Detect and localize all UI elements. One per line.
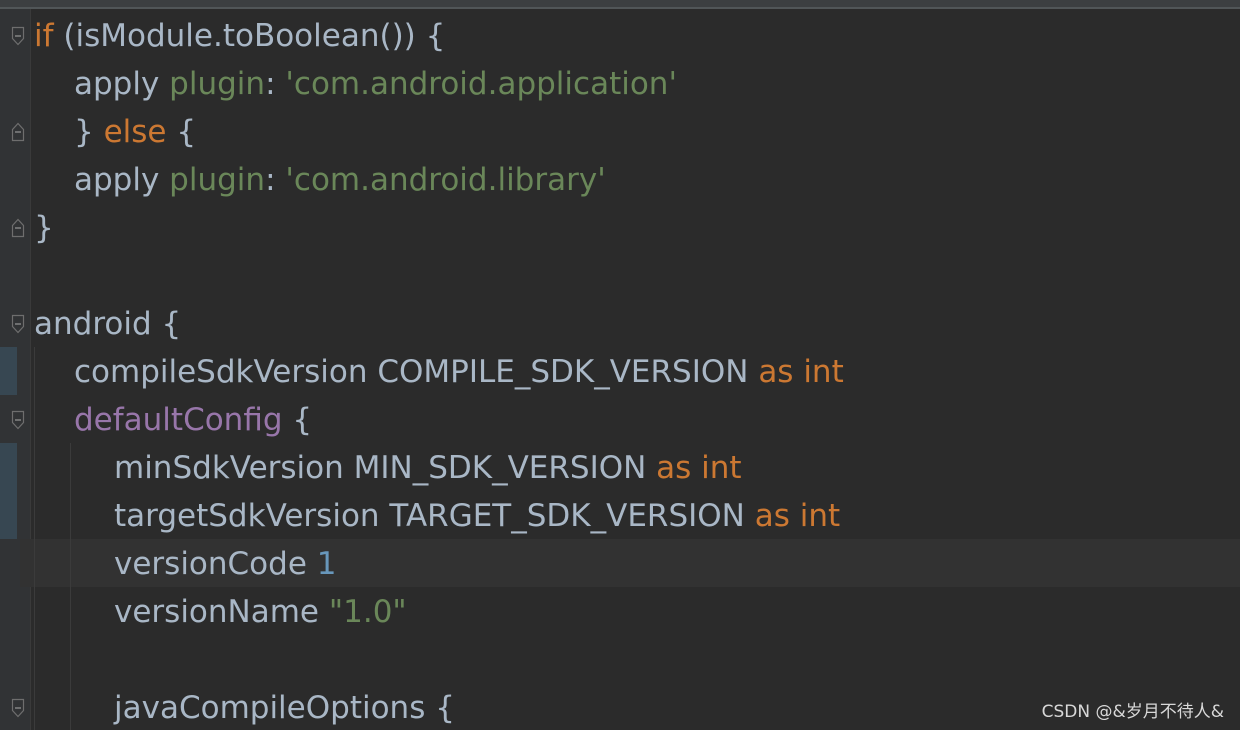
- code-line[interactable]: versionName "1.0": [114, 588, 407, 636]
- code-token: 'com.android.application': [285, 66, 677, 102]
- code-token: compileSdkVersion COMPILE_SDK_VERSION: [74, 354, 759, 390]
- indent-guide: [70, 443, 71, 730]
- fold-close-icon[interactable]: [9, 122, 27, 142]
- code-token: javaCompileOptions {: [114, 690, 455, 726]
- code-line[interactable]: }: [34, 204, 54, 252]
- editor-top-border: [0, 0, 1240, 9]
- code-line[interactable]: apply plugin: 'com.android.application': [74, 60, 677, 108]
- code-token: 'com.android.library': [285, 162, 606, 198]
- code-token: 1: [316, 546, 337, 582]
- code-token: apply: [74, 162, 170, 198]
- code-token: android {: [34, 306, 182, 342]
- code-token: minSdkVersion MIN_SDK_VERSION: [114, 450, 657, 486]
- code-token: as int: [656, 450, 742, 486]
- fold-open-icon[interactable]: [9, 410, 27, 430]
- code-line[interactable]: javaCompileOptions {: [114, 684, 455, 730]
- code-token: :: [265, 162, 286, 198]
- code-token: targetSdkVersion TARGET_SDK_VERSION: [114, 498, 755, 534]
- code-line[interactable]: targetSdkVersion TARGET_SDK_VERSION as i…: [114, 492, 840, 540]
- fold-open-icon[interactable]: [9, 698, 27, 718]
- code-token: {: [166, 114, 197, 150]
- watermark-text: CSDN @&岁月不待人&: [1041, 702, 1224, 722]
- code-line[interactable]: minSdkVersion MIN_SDK_VERSION as int: [114, 444, 742, 492]
- code-token: defaultConfig: [74, 402, 283, 438]
- code-line[interactable]: apply plugin: 'com.android.library': [74, 156, 606, 204]
- code-token: {: [282, 402, 313, 438]
- code-line[interactable]: if (isModule.toBoolean()) {: [34, 12, 445, 60]
- fold-open-icon[interactable]: [9, 314, 27, 334]
- indent-guide: [34, 347, 35, 730]
- code-line[interactable]: compileSdkVersion COMPILE_SDK_VERSION as…: [74, 348, 844, 396]
- code-token: versionCode: [114, 546, 317, 582]
- code-token: apply: [74, 66, 170, 102]
- code-token: if: [34, 18, 54, 54]
- code-editor[interactable]: if (isModule.toBoolean()) {apply plugin:…: [0, 0, 1240, 730]
- code-token: versionName: [114, 594, 329, 630]
- code-token: plugin: [169, 66, 266, 102]
- code-line[interactable]: } else {: [74, 108, 196, 156]
- code-token: as int: [758, 354, 844, 390]
- code-token: (isModule.toBoolean()) {: [53, 18, 446, 54]
- code-token: :: [265, 66, 286, 102]
- gutter-separator: [30, 9, 31, 730]
- code-token: }: [34, 210, 54, 246]
- code-token: }: [74, 114, 104, 150]
- code-line[interactable]: defaultConfig {: [74, 396, 312, 444]
- change-marker[interactable]: [0, 443, 17, 539]
- code-token: as int: [754, 498, 841, 534]
- change-marker[interactable]: [0, 347, 17, 395]
- code-line[interactable]: android {: [34, 300, 181, 348]
- fold-close-icon[interactable]: [9, 218, 27, 238]
- code-line[interactable]: versionCode 1: [114, 540, 337, 588]
- code-token: plugin: [169, 162, 266, 198]
- code-token: else: [103, 114, 167, 150]
- code-token: "1.0": [328, 594, 407, 630]
- fold-open-icon[interactable]: [9, 26, 27, 46]
